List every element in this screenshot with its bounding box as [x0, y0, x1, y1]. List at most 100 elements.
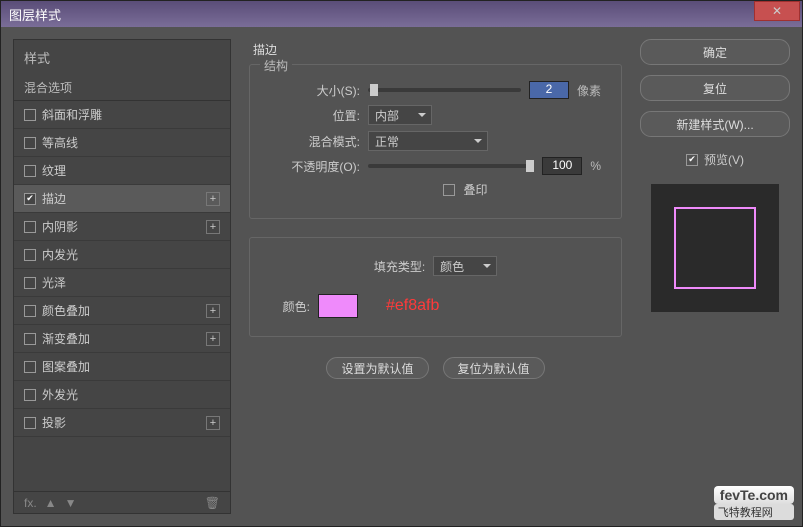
close-button[interactable]: ✕ — [754, 1, 800, 21]
effect-row-11[interactable]: 投影 + — [14, 409, 230, 437]
effect-row-10[interactable]: 外发光 — [14, 381, 230, 409]
watermark-sub: 飞特教程网 — [714, 504, 794, 520]
effect-label: 颜色叠加 — [42, 302, 200, 319]
effect-checkbox[interactable] — [24, 193, 36, 205]
opacity-slider[interactable] — [368, 164, 534, 168]
layer-style-dialog: 图层样式 ✕ 样式 混合选项 斜面和浮雕等高线纹理描边+内阴影+内发光光泽颜色叠… — [0, 0, 803, 527]
add-effect-icon[interactable]: + — [206, 332, 220, 346]
overprint-row: 叠印 — [330, 181, 601, 198]
effect-row-9[interactable]: 图案叠加 — [14, 353, 230, 381]
styles-sidebar: 样式 混合选项 斜面和浮雕等高线纹理描边 + 内阴影 + 内发光光泽颜色叠加 + 渐变叠加 +… — [13, 39, 231, 514]
add-effect-icon[interactable]: + — [206, 416, 220, 430]
down-icon[interactable]: ▼ — [65, 496, 77, 510]
effect-checkbox[interactable] — [24, 277, 36, 289]
up-icon[interactable]: ▲ — [45, 496, 57, 510]
preview-checkbox[interactable] — [686, 154, 698, 166]
effect-checkbox[interactable] — [24, 137, 36, 149]
fill-group: 填充类型: 颜色 颜色: #ef8afb — [249, 237, 622, 337]
size-input[interactable]: 2 — [529, 81, 569, 99]
effect-label: 描边 — [42, 190, 200, 207]
sidebar-header: 样式 — [14, 40, 230, 75]
add-effect-icon[interactable]: + — [206, 192, 220, 206]
trash-icon[interactable]: 🗑 — [205, 496, 220, 510]
fill-type-select[interactable]: 颜色 — [433, 256, 497, 276]
effect-checkbox[interactable] — [24, 361, 36, 373]
sidebar-footer: fx. ▲ ▼ 🗑 — [14, 491, 230, 513]
effect-label: 图案叠加 — [42, 358, 220, 375]
effect-checkbox[interactable] — [24, 221, 36, 233]
preview-swatch — [674, 207, 756, 289]
settings-panel: 描边 结构 大小(S): 2 像素 位置: 内部 混合模式: 正常 — [249, 39, 622, 514]
blend-label: 混合模式: — [270, 133, 360, 150]
effect-checkbox[interactable] — [24, 249, 36, 261]
structure-label: 结构 — [260, 57, 292, 74]
close-icon: ✕ — [772, 4, 782, 18]
effect-checkbox[interactable] — [24, 165, 36, 177]
color-swatch[interactable] — [318, 294, 358, 318]
effect-label: 纹理 — [42, 162, 220, 179]
position-label: 位置: — [270, 107, 360, 124]
fill-type-label: 填充类型: — [374, 258, 425, 275]
preview-label: 预览(V) — [704, 151, 744, 168]
effect-row-4[interactable]: 内阴影 + — [14, 213, 230, 241]
effect-row-2[interactable]: 纹理 — [14, 157, 230, 185]
size-unit: 像素 — [577, 82, 601, 99]
blend-select[interactable]: 正常 — [368, 131, 488, 151]
effect-row-5[interactable]: 内发光 — [14, 241, 230, 269]
color-hex: #ef8afb — [386, 297, 439, 315]
size-row: 大小(S): 2 像素 — [270, 81, 601, 99]
effect-checkbox[interactable] — [24, 389, 36, 401]
effect-label: 光泽 — [42, 274, 220, 291]
right-panel: 确定 复位 新建样式(W)... 预览(V) — [640, 39, 790, 514]
add-effect-icon[interactable]: + — [206, 220, 220, 234]
color-label: 颜色: — [270, 298, 310, 315]
opacity-unit: % — [590, 159, 601, 173]
titlebar[interactable]: 图层样式 ✕ — [1, 1, 802, 27]
effect-row-7[interactable]: 颜色叠加 + — [14, 297, 230, 325]
opacity-label: 不透明度(O): — [270, 158, 360, 175]
size-label: 大小(S): — [270, 82, 360, 99]
effect-row-0[interactable]: 斜面和浮雕 — [14, 101, 230, 129]
preview-box — [651, 184, 779, 312]
effect-label: 斜面和浮雕 — [42, 106, 220, 123]
effect-checkbox[interactable] — [24, 305, 36, 317]
effect-row-3[interactable]: 描边 + — [14, 185, 230, 213]
overprint-label: 叠印 — [463, 181, 487, 198]
new-style-button[interactable]: 新建样式(W)... — [640, 111, 790, 137]
preview-toggle: 预览(V) — [640, 151, 790, 168]
fx-icon[interactable]: fx. — [24, 496, 37, 510]
effect-label: 内阴影 — [42, 218, 200, 235]
position-row: 位置: 内部 — [270, 105, 601, 125]
effect-checkbox[interactable] — [24, 333, 36, 345]
effect-row-1[interactable]: 等高线 — [14, 129, 230, 157]
blending-options[interactable]: 混合选项 — [14, 75, 230, 101]
add-effect-icon[interactable]: + — [206, 304, 220, 318]
blend-row: 混合模式: 正常 — [270, 131, 601, 151]
effect-checkbox[interactable] — [24, 417, 36, 429]
overprint-checkbox[interactable] — [443, 184, 455, 196]
opacity-thumb[interactable] — [526, 160, 534, 172]
structure-group: 结构 大小(S): 2 像素 位置: 内部 混合模式: 正常 不透明度(O): — [249, 64, 622, 219]
size-slider[interactable] — [368, 88, 521, 92]
watermark: fevTe.com 飞特教程网 — [714, 486, 794, 520]
opacity-input[interactable]: 100 — [542, 157, 582, 175]
opacity-row: 不透明度(O): 100 % — [270, 157, 601, 175]
effect-checkbox[interactable] — [24, 109, 36, 121]
make-default-button[interactable]: 设置为默认值 — [326, 357, 428, 379]
effect-row-6[interactable]: 光泽 — [14, 269, 230, 297]
size-thumb[interactable] — [370, 84, 378, 96]
panel-title: 描边 — [249, 39, 622, 64]
reset-default-button[interactable]: 复位为默认值 — [443, 357, 545, 379]
ok-button[interactable]: 确定 — [640, 39, 790, 65]
position-select[interactable]: 内部 — [368, 105, 432, 125]
effect-label: 投影 — [42, 414, 200, 431]
effect-label: 内发光 — [42, 246, 220, 263]
effect-label: 渐变叠加 — [42, 330, 200, 347]
window-title: 图层样式 — [5, 5, 798, 24]
effect-label: 等高线 — [42, 134, 220, 151]
cancel-button[interactable]: 复位 — [640, 75, 790, 101]
effect-label: 外发光 — [42, 386, 220, 403]
effect-row-8[interactable]: 渐变叠加 + — [14, 325, 230, 353]
watermark-logo: fevTe.com — [714, 486, 794, 504]
defaults-row: 设置为默认值 复位为默认值 — [249, 357, 622, 379]
